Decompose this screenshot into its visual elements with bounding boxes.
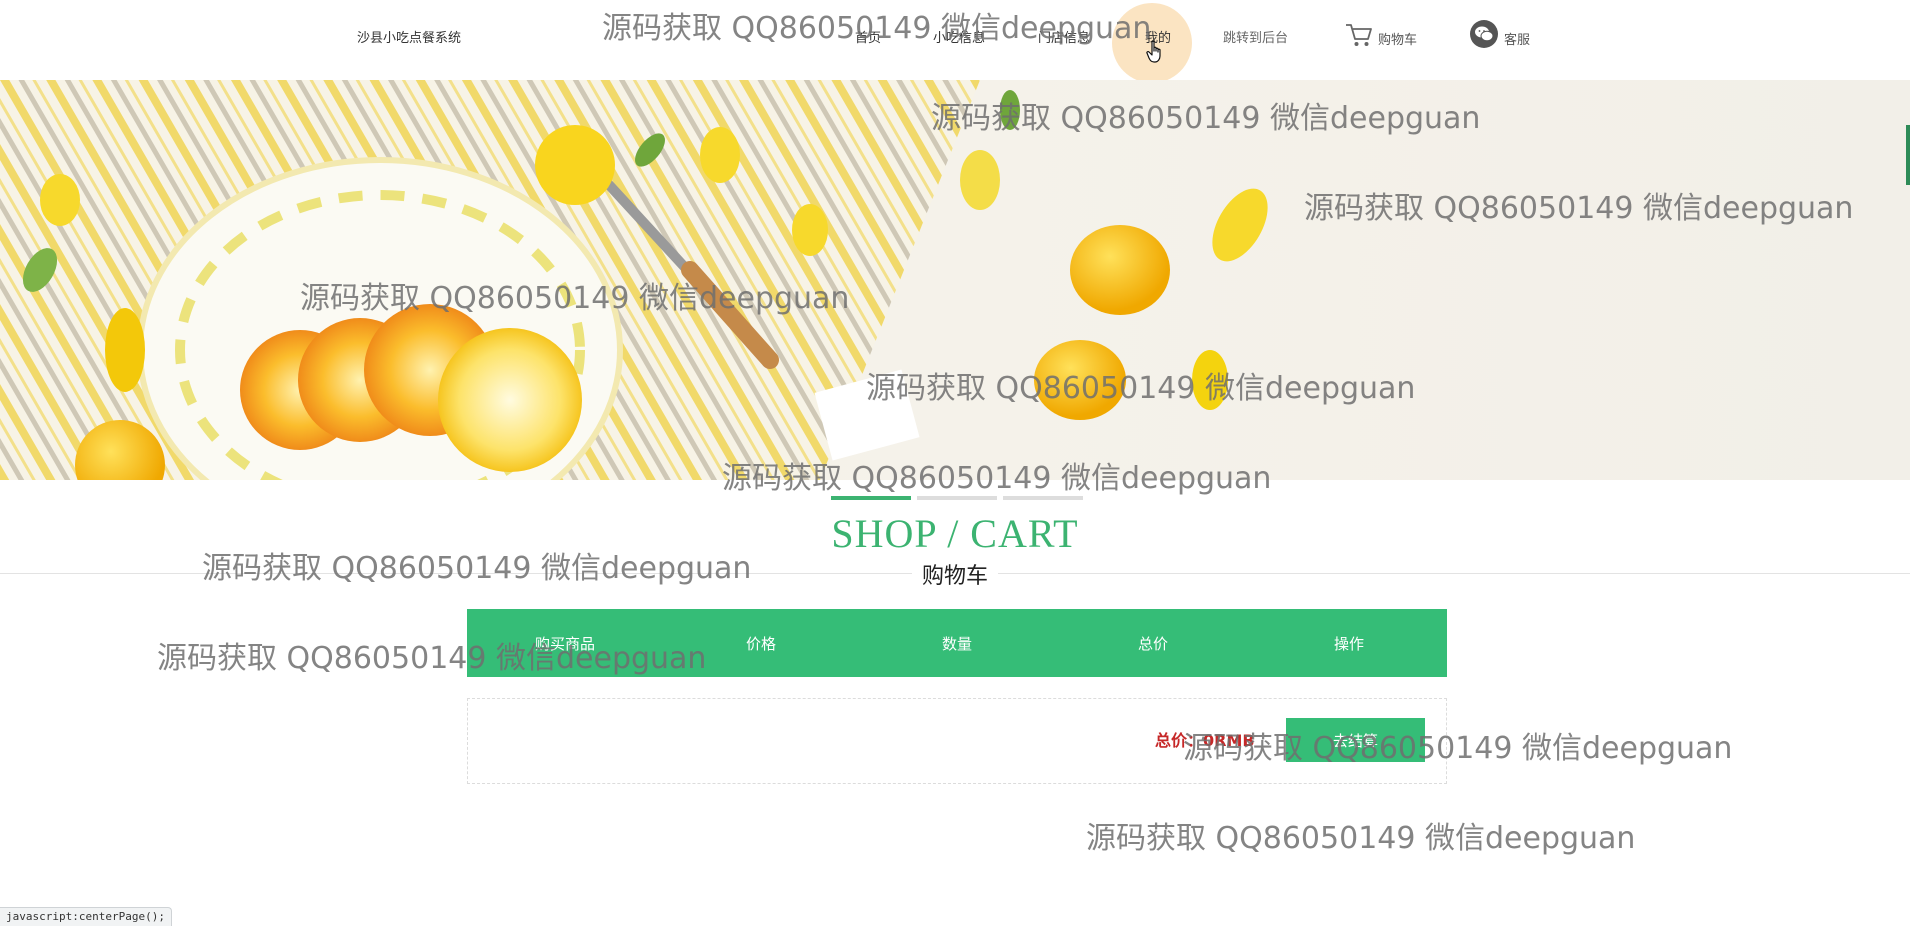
nav-item-home[interactable]: 首页 [855, 27, 881, 46]
column-header-price: 价格 [745, 634, 776, 653]
service-link-label: 客服 [1504, 33, 1531, 48]
hand-cursor-icon [1146, 40, 1161, 63]
carousel-indicators [831, 496, 1089, 500]
banner-side-tab[interactable] [1906, 125, 1910, 185]
banner-food-photo [0, 80, 1268, 480]
site-header: 沙县小吃点餐系统 首页 小吃信息 门店信息 我的 跳转到后台 购物车 客服 [0, 0, 1910, 83]
watermark-text: 源码获取 QQ86050149 微信deepguan [1086, 821, 1636, 856]
carousel-dot-1[interactable] [831, 496, 911, 500]
browser-status-bar: javascript:centerPage(); [0, 907, 172, 926]
cart-icon [1346, 24, 1372, 46]
main-nav: 首页 小吃信息 门店信息 我的 跳转到后台 购物车 客服 [0, 0, 1910, 83]
nav-item-admin[interactable]: 跳转到后台 [1223, 27, 1288, 46]
section-subtitle: 购物车 [911, 558, 998, 590]
section-subtitle-wrap: 购物车 [0, 558, 1910, 590]
wechat-icon [1470, 20, 1498, 48]
checkout-button[interactable]: 去结算 [1286, 718, 1425, 762]
column-header-actions: 操作 [1333, 634, 1364, 653]
hero-banner [0, 80, 1910, 480]
column-header-quantity: 数量 [941, 634, 972, 653]
cart-table-header: 购买商品 价格 数量 总价 操作 [467, 609, 1447, 677]
nav-service-link[interactable]: 客服 [1470, 20, 1530, 48]
cart-total: 总价：0RMB [1155, 731, 1255, 750]
nav-cart-link[interactable]: 购物车 [1344, 22, 1417, 48]
carousel-dot-2[interactable] [917, 496, 997, 500]
nav-item-stores[interactable]: 门店信息 [1038, 27, 1090, 46]
carousel-dot-3[interactable] [1003, 496, 1083, 500]
cart-link-label: 购物车 [1378, 33, 1418, 48]
nav-item-snacks[interactable]: 小吃信息 [933, 27, 985, 46]
section-title: SHOP / CART [831, 511, 1079, 556]
column-header-product: 购买商品 [534, 634, 595, 653]
column-header-subtotal: 总价 [1137, 634, 1168, 653]
